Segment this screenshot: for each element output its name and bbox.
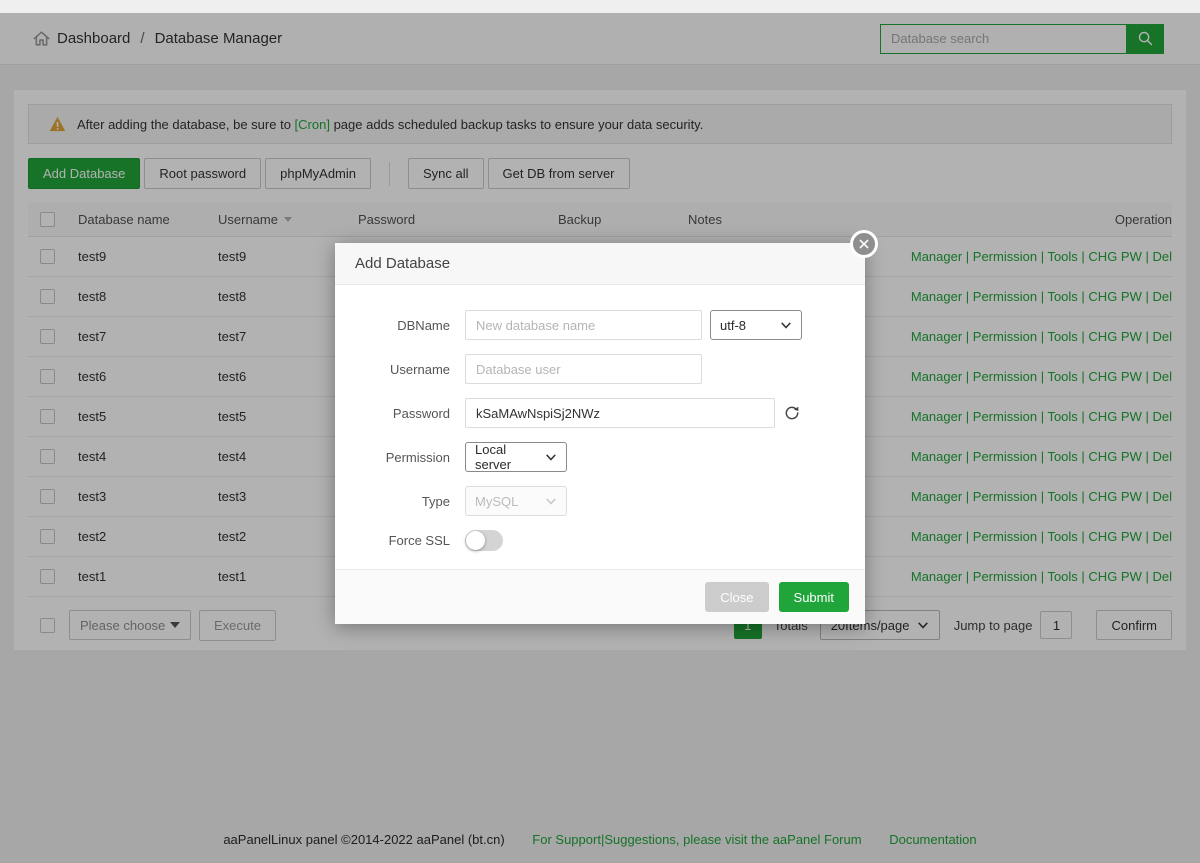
force-ssl-toggle[interactable] (465, 530, 503, 551)
type-select-disabled: MySQL (465, 486, 567, 516)
dbname-label: DBName (365, 318, 465, 333)
db-password-input[interactable] (465, 398, 775, 428)
modal-body: DBName utf-8 Username Password Permissio… (335, 285, 865, 569)
permission-select[interactable]: Local server (465, 442, 567, 472)
type-label: Type (365, 494, 465, 509)
modal-title: Add Database (335, 243, 865, 285)
chevron-down-icon (545, 496, 557, 506)
regenerate-password-icon[interactable] (784, 405, 800, 421)
modal-footer: Close Submit (335, 569, 865, 624)
modal-close-button[interactable] (850, 230, 878, 258)
chevron-down-icon (545, 452, 557, 462)
toggle-knob (466, 531, 485, 550)
dbname-input[interactable] (465, 310, 702, 340)
force-ssl-label: Force SSL (365, 533, 465, 548)
charset-select[interactable]: utf-8 (710, 310, 802, 340)
db-username-input[interactable] (465, 354, 702, 384)
chevron-down-icon (780, 320, 792, 330)
modal-submit-btn[interactable]: Submit (779, 582, 849, 612)
username-label: Username (365, 362, 465, 377)
password-label: Password (365, 406, 465, 421)
permission-label: Permission (365, 450, 465, 465)
add-database-modal: Add Database DBName utf-8 Username Passw… (335, 243, 865, 624)
modal-close-btn[interactable]: Close (705, 582, 768, 612)
close-icon (858, 238, 870, 250)
